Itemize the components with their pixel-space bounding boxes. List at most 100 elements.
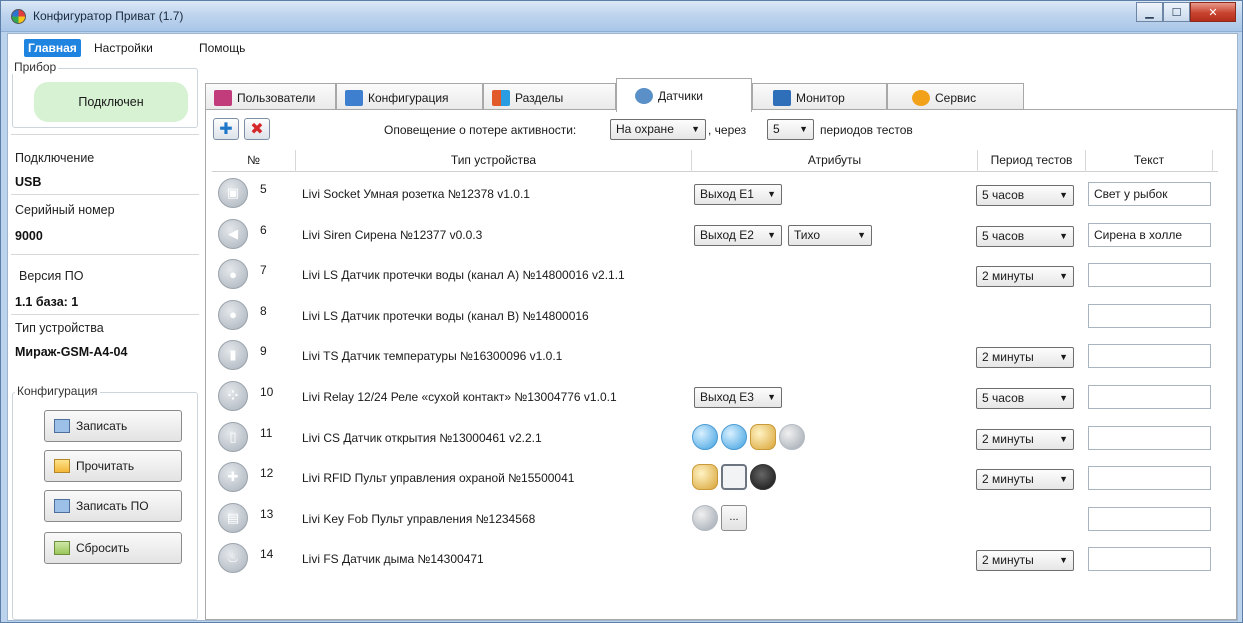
tab-sensors[interactable]: Датчики xyxy=(616,78,752,112)
siren-mode-value: Тихо xyxy=(794,227,821,242)
add-sensor-button[interactable]: ✚ xyxy=(213,118,239,140)
test-period-select[interactable]: 2 минуты ▼ xyxy=(976,347,1074,369)
sound-icon[interactable] xyxy=(779,423,805,450)
test-period-select[interactable]: 5 часов ▼ xyxy=(976,185,1074,206)
tab-sections-label: Разделы xyxy=(515,91,564,105)
more-options-button[interactable]: ... xyxy=(721,504,747,531)
write-button[interactable]: Записать xyxy=(44,410,182,442)
sensors-toolbar: ✚ ✖ Оповещение о потере активности: На о… xyxy=(206,110,1236,148)
chevron-down-icon: ▼ xyxy=(857,229,866,240)
text-field[interactable]: Сирена в холле xyxy=(1088,222,1211,247)
maximize-button[interactable]: ☐ xyxy=(1163,2,1190,22)
reset-button[interactable]: Сбросить xyxy=(44,532,182,564)
test-period-value: 2 минуты xyxy=(982,472,1034,487)
table-row[interactable]: ⁘ 10 Livi Relay 12/24 Реле «сухой контакт»… xyxy=(206,377,1222,416)
text-field[interactable] xyxy=(1088,385,1211,409)
text-field[interactable] xyxy=(1088,466,1211,491)
frame-icon[interactable] xyxy=(721,464,747,491)
table-row[interactable]: ● 8 Livi LS Датчик протечки воды (канал В)… xyxy=(206,296,1222,335)
tab-configuration[interactable]: Конфигурация xyxy=(336,83,483,112)
tab-monitor[interactable]: Монитор xyxy=(752,83,887,112)
test-period-select[interactable]: 2 минуты ▼ xyxy=(976,428,1074,450)
tab-service[interactable]: Сервис xyxy=(887,83,1024,112)
device-icon: ⁘ xyxy=(218,381,248,411)
table-row[interactable]: ● 7 Livi LS Датчик протечки воды (канал А)… xyxy=(206,255,1222,294)
test-period-select[interactable]: 2 минуты ▼ xyxy=(976,469,1074,491)
test-period-select[interactable]: 2 минуты ▼ xyxy=(976,550,1074,572)
table-row[interactable]: ♨ 14 Livi FS Датчик дыма №14300471 2 минуты… xyxy=(206,539,1222,578)
clock-icon[interactable] xyxy=(750,423,776,450)
device-type: Livi LS Датчик протечки воды (канал А) №… xyxy=(302,268,625,283)
device-type: Livi Relay 12/24 Реле «сухой контакт» №1… xyxy=(302,390,617,404)
table-row[interactable]: ✚ 12 Livi RFID Пульт управления охраной №1… xyxy=(206,458,1222,497)
app-logo-icon xyxy=(11,9,26,24)
chevron-down-icon: ▼ xyxy=(691,124,700,134)
device-number: 6 xyxy=(260,222,267,237)
device-type: Livi LS Датчик протечки воды (канал В) №… xyxy=(302,308,589,323)
output-select[interactable]: Выход E3 ▼ xyxy=(694,387,782,408)
window-title: Конфигуратор Приват (1.7) xyxy=(33,9,184,23)
device-number: 10 xyxy=(260,385,274,399)
refresh-icon[interactable] xyxy=(721,423,747,450)
device-type-value: Мираж-GSM-A4-04 xyxy=(15,345,128,359)
col-device-type: Тип устройства xyxy=(296,150,692,172)
output-select[interactable]: Выход E2 ▼ xyxy=(694,224,782,246)
connection-status-badge: Подключен xyxy=(34,82,188,122)
table-row[interactable]: ▤ 13 Livi Key Fob Пульт управления №123456… xyxy=(206,499,1222,538)
tab-users-label: Пользователи xyxy=(237,91,316,105)
chevron-down-icon: ▼ xyxy=(1059,190,1068,200)
periods-select[interactable]: 5 ▼ xyxy=(767,119,814,140)
col-text: Текст xyxy=(1086,150,1213,172)
read-button[interactable]: Прочитать xyxy=(44,450,182,482)
device-number: 14 xyxy=(260,547,274,562)
test-period-value: 2 минуты xyxy=(982,350,1034,365)
menu-settings[interactable]: Настройки xyxy=(90,39,157,57)
text-field[interactable] xyxy=(1088,425,1211,450)
test-period-select[interactable]: 2 минуты ▼ xyxy=(976,266,1074,288)
tab-users[interactable]: Пользователи xyxy=(205,83,336,112)
tab-sections[interactable]: Разделы xyxy=(483,83,616,112)
test-period-value: 5 часов xyxy=(982,228,1025,243)
notify-mode-select[interactable]: На охране ▼ xyxy=(610,119,706,140)
test-period-value: 2 минуты xyxy=(982,269,1034,284)
table-row[interactable]: ◀ 6 Livi Siren Сирена №12377 v0.0.3 Выход E… xyxy=(206,215,1222,254)
chevron-down-icon: ▼ xyxy=(767,392,776,402)
test-period-select[interactable]: 5 часов ▼ xyxy=(976,225,1074,247)
table-row[interactable]: ▣ 5 Livi Socket Умная розетка №12378 v1.0.… xyxy=(206,174,1222,213)
tab-service-label: Сервис xyxy=(935,91,977,105)
table-row[interactable]: ▯ 11 Livi CS Датчик открытия №13000461 v2.… xyxy=(206,418,1222,457)
text-field[interactable] xyxy=(1088,263,1211,288)
text-field[interactable] xyxy=(1088,344,1211,369)
text-field[interactable]: Свет у рыбок xyxy=(1088,182,1211,206)
delete-sensor-button[interactable]: ✖ xyxy=(244,118,270,140)
minimize-button[interactable]: ▁ xyxy=(1136,2,1163,22)
connection-info: Подключение USB xyxy=(11,134,199,194)
menu-main[interactable]: Главная xyxy=(24,39,81,57)
text-field[interactable] xyxy=(1088,303,1211,328)
monitor-icon xyxy=(773,90,791,106)
text-field[interactable] xyxy=(1088,547,1211,572)
users-icon xyxy=(214,90,232,106)
text-field[interactable] xyxy=(1088,506,1211,531)
device-icon: ✚ xyxy=(218,462,248,493)
key-icon[interactable] xyxy=(692,464,718,491)
close-button[interactable]: ✕ xyxy=(1190,2,1236,22)
notify-mode-value: На охране xyxy=(616,122,674,136)
reset-button-label: Сбросить xyxy=(76,541,130,555)
chevron-down-icon: ▼ xyxy=(1059,352,1068,363)
device-icon: ● xyxy=(218,259,248,290)
sound-icon[interactable] xyxy=(692,504,718,531)
attribute-icons: ... xyxy=(692,504,747,531)
serial-label: Серийный номер xyxy=(15,203,115,217)
left-panel: Прибор Подключен Подключение USB Серийны… xyxy=(11,60,199,620)
door-sensor-icon[interactable] xyxy=(692,423,718,450)
siren-mode-select[interactable]: Тихо ▼ xyxy=(788,224,872,246)
speaker-icon[interactable] xyxy=(750,464,776,491)
table-row[interactable]: ▮ 9 Livi TS Датчик температуры №16300096 v… xyxy=(206,336,1222,375)
serial-value: 9000 xyxy=(15,229,43,243)
write-firmware-button[interactable]: Записать ПО xyxy=(44,490,182,522)
menu-help[interactable]: Помощь xyxy=(195,39,249,57)
output-select[interactable]: Выход E1 ▼ xyxy=(694,184,782,205)
test-period-select[interactable]: 5 часов ▼ xyxy=(976,388,1074,409)
device-type: Livi RFID Пульт управления охраной №1550… xyxy=(302,471,575,486)
